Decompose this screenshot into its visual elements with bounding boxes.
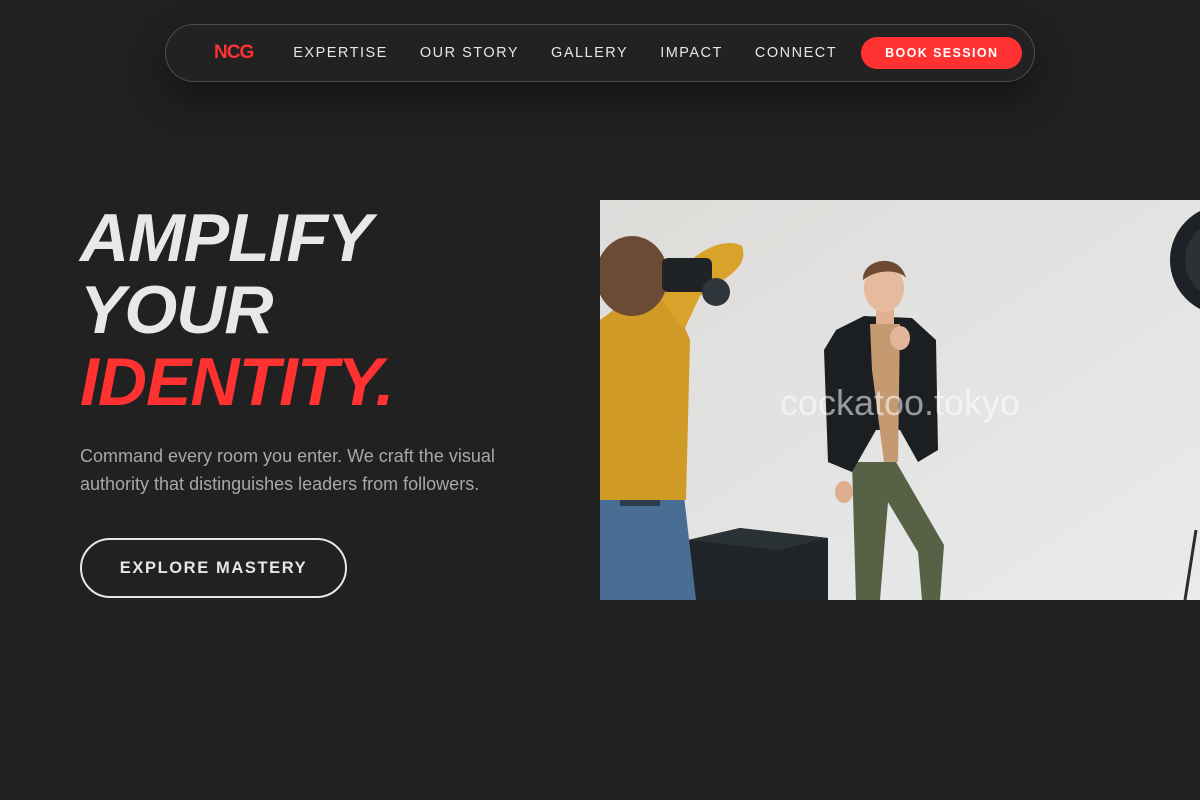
page: NCG EXPERTISE OUR STORY GALLERY IMPACT C… <box>0 0 1200 800</box>
nav-links: EXPERTISE OUR STORY GALLERY IMPACT CONNE… <box>293 45 861 61</box>
nav-link-impact[interactable]: IMPACT <box>660 45 723 61</box>
hero-photo: cockatoo.tokyo <box>600 200 1200 600</box>
logo[interactable]: NCG <box>214 42 254 64</box>
top-navigation: NCG EXPERTISE OUR STORY GALLERY IMPACT C… <box>165 24 1035 82</box>
book-session-button[interactable]: BOOK SESSION <box>861 37 1023 69</box>
hero-title-line-3: IDENTITY. <box>80 344 394 420</box>
nav-link-connect[interactable]: CONNECT <box>755 45 837 61</box>
hero-subtitle: Command every room you enter. We craft t… <box>80 446 495 494</box>
hero-title-line-1: AMPLIFY <box>80 200 372 276</box>
nav-link-gallery[interactable]: GALLERY <box>551 45 628 61</box>
hero-title-line-2: YOUR <box>80 272 273 348</box>
hero-title: AMPLIFY YOUR IDENTITY. <box>80 200 394 420</box>
nav-link-our-story[interactable]: OUR STORY <box>420 45 519 61</box>
nav-link-expertise[interactable]: EXPERTISE <box>293 45 388 61</box>
explore-mastery-button[interactable]: EXPLORE MASTERY <box>80 538 347 598</box>
